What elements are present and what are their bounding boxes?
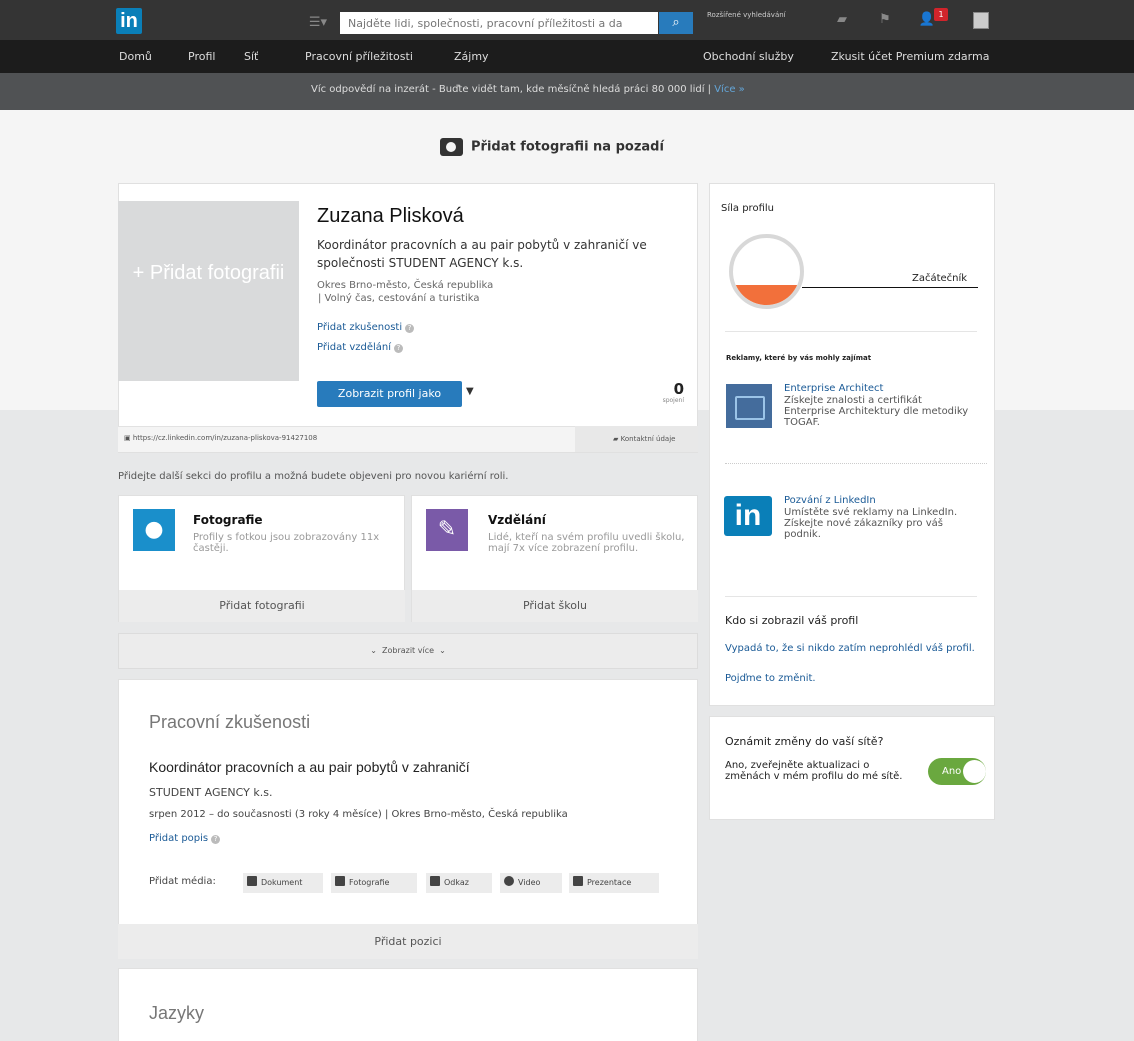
ad-linkedin-title[interactable]: Pozvání z LinkedIn	[784, 495, 876, 506]
contact-icon: ▰	[613, 435, 619, 443]
viewers-cta-link[interactable]: Pojďme to změnit.	[725, 673, 816, 684]
profile-strength-gauge	[729, 234, 804, 309]
add-experience-link[interactable]: Přidat zkušenosti?	[317, 322, 415, 333]
profile-headline: Koordinátor pracovních a au pair pobytů …	[317, 238, 647, 270]
add-video-button[interactable]: Video	[500, 873, 562, 893]
ads-label: Reklamy, které by vás mohly zajímat	[726, 354, 872, 362]
viewers-title: Kdo si zobrazil váš profil	[725, 614, 859, 627]
nav-premium[interactable]: Zkusit účet Premium zdarma	[831, 50, 989, 63]
connections-label: spojení	[662, 397, 684, 404]
profile-industry: | Volný čas, cestování a turistika	[318, 293, 480, 304]
caret-down-icon[interactable]: ▼	[466, 386, 474, 397]
profile-location: Okres Brno-město, Česká republika	[317, 280, 494, 291]
show-more-button[interactable]: ⌄ Zobrazit více ⌄	[118, 633, 698, 669]
play-icon	[504, 876, 514, 886]
contact-info-button[interactable]: ▰ Kontaktní údaje	[575, 426, 698, 452]
profile-strength-label: Síla profilu	[721, 203, 774, 214]
person-icon: ●	[133, 509, 175, 551]
notify-title: Oznámit změny do vaší sítě?	[725, 735, 884, 748]
ad-enterprise-architect-text: Získejte znalosti a certifikát Enterpris…	[784, 395, 969, 428]
photo-tile-title: Fotografie	[193, 513, 263, 527]
info-icon: ?	[394, 344, 404, 353]
education-tile-title: Vzdělání	[488, 513, 546, 527]
add-photo-media-button[interactable]: Fotografie	[331, 873, 417, 893]
add-description-link[interactable]: Přidat popis?	[149, 833, 221, 844]
add-photo-placeholder[interactable]: + Přidat fotografii	[118, 201, 299, 381]
chevron-down-icon: ⌄	[439, 646, 446, 655]
link-icon: ▣	[124, 434, 131, 442]
info-icon: ?	[405, 324, 415, 333]
chevron-down-icon: ⌄	[370, 646, 377, 655]
profile-name: Zuzana Plisková	[317, 205, 464, 227]
linkedin-logo[interactable]: in	[116, 8, 142, 34]
languages-title: Jazyky	[149, 1003, 205, 1023]
linkedin-ad-logo[interactable]: in	[724, 496, 772, 536]
presentation-icon	[573, 876, 583, 886]
profile-strength-level: Začátečník	[912, 273, 968, 284]
divider	[725, 596, 977, 597]
education-tile-desc: Lidé, kteří na svém profilu uvedli školu…	[488, 532, 685, 554]
public-url[interactable]: ▣ https://cz.linkedin.com/in/zuzana-plis…	[124, 434, 317, 442]
info-icon: ?	[211, 835, 221, 844]
search-category-icon[interactable]: ☰▾	[298, 12, 338, 34]
add-document-button[interactable]: Dokument	[243, 873, 323, 893]
job-company: STUDENT AGENCY k.s.	[149, 786, 273, 799]
media-label: Přidat média:	[149, 876, 216, 887]
add-school-button[interactable]: Přidat školu	[412, 590, 698, 622]
account-avatar[interactable]	[973, 12, 989, 29]
notification-badge: 1	[934, 8, 948, 21]
nav-network[interactable]: Síť	[244, 50, 258, 63]
experience-title: Pracovní zkušenosti	[149, 712, 311, 732]
ad-linkedin-text: Umístěte své reklamy na LinkedIn. Získej…	[784, 507, 958, 540]
gauge-fill	[733, 284, 800, 305]
nav-home[interactable]: Domů	[119, 50, 152, 63]
ad-enterprise-architect-title[interactable]: Enterprise Architect	[784, 383, 883, 394]
search-icon: ⌕	[672, 15, 680, 30]
search-button[interactable]: ⌕	[659, 12, 693, 34]
advanced-search-link[interactable]: Rozšířené vyhledávání	[707, 11, 787, 19]
camera-icon	[335, 876, 345, 886]
search-input[interactable]	[340, 12, 658, 34]
view-profile-as-button[interactable]: Zobrazit profil jako	[317, 381, 462, 407]
nav-profile[interactable]: Profil	[188, 50, 215, 63]
add-position-button[interactable]: Přidat pozici	[118, 924, 698, 959]
notify-text: Ano, zveřejněte aktualizaci o změnách v …	[725, 760, 903, 782]
add-education-link[interactable]: Přidat vzdělání?	[317, 342, 404, 353]
gauge-pointer-line	[802, 287, 978, 288]
photo-tile-desc: Profily s fotkou jsou zobrazovány 11x ča…	[193, 532, 380, 554]
document-icon	[247, 876, 257, 886]
notify-toggle-label: Ano	[942, 766, 962, 777]
messages-icon[interactable]: ▰	[833, 12, 851, 28]
ad-image[interactable]	[726, 384, 772, 428]
divider	[725, 463, 987, 464]
camera-icon	[440, 138, 463, 156]
nav-jobs[interactable]: Pracovní příležitosti	[305, 50, 413, 63]
divider	[725, 331, 977, 332]
plus-icon: +	[132, 262, 145, 284]
toggle-knob[interactable]	[963, 760, 986, 783]
promo-banner-text: Víc odpovědí na inzerát - Buďte vidět ta…	[311, 84, 745, 95]
promo-more-link[interactable]: Více »	[714, 84, 745, 95]
link-icon	[430, 876, 440, 886]
diploma-icon: ✎	[426, 509, 468, 551]
add-presentation-button[interactable]: Prezentace	[569, 873, 659, 893]
job-dates: srpen 2012 – do současnosti (3 roky 4 mě…	[149, 809, 568, 820]
languages-section	[118, 968, 698, 1041]
job-title: Koordinátor pracovních a au pair pobytů …	[149, 759, 470, 775]
connections-count: 0	[673, 380, 684, 398]
viewers-text[interactable]: Vypadá to, že si nikdo zatím neprohlédl …	[725, 643, 980, 654]
nav-interests[interactable]: Zájmy	[454, 50, 489, 63]
flag-icon[interactable]: ⚑	[876, 12, 894, 28]
add-background-photo-button[interactable]: Přidat fotografii na pozadí	[440, 138, 664, 156]
nav-business-services[interactable]: Obchodní služby	[703, 50, 794, 63]
add-link-button[interactable]: Odkaz	[426, 873, 492, 893]
add-photo-button[interactable]: Přidat fotografii	[119, 590, 405, 622]
add-section-prompt: Přidejte další sekci do profilu a možná …	[118, 471, 509, 482]
